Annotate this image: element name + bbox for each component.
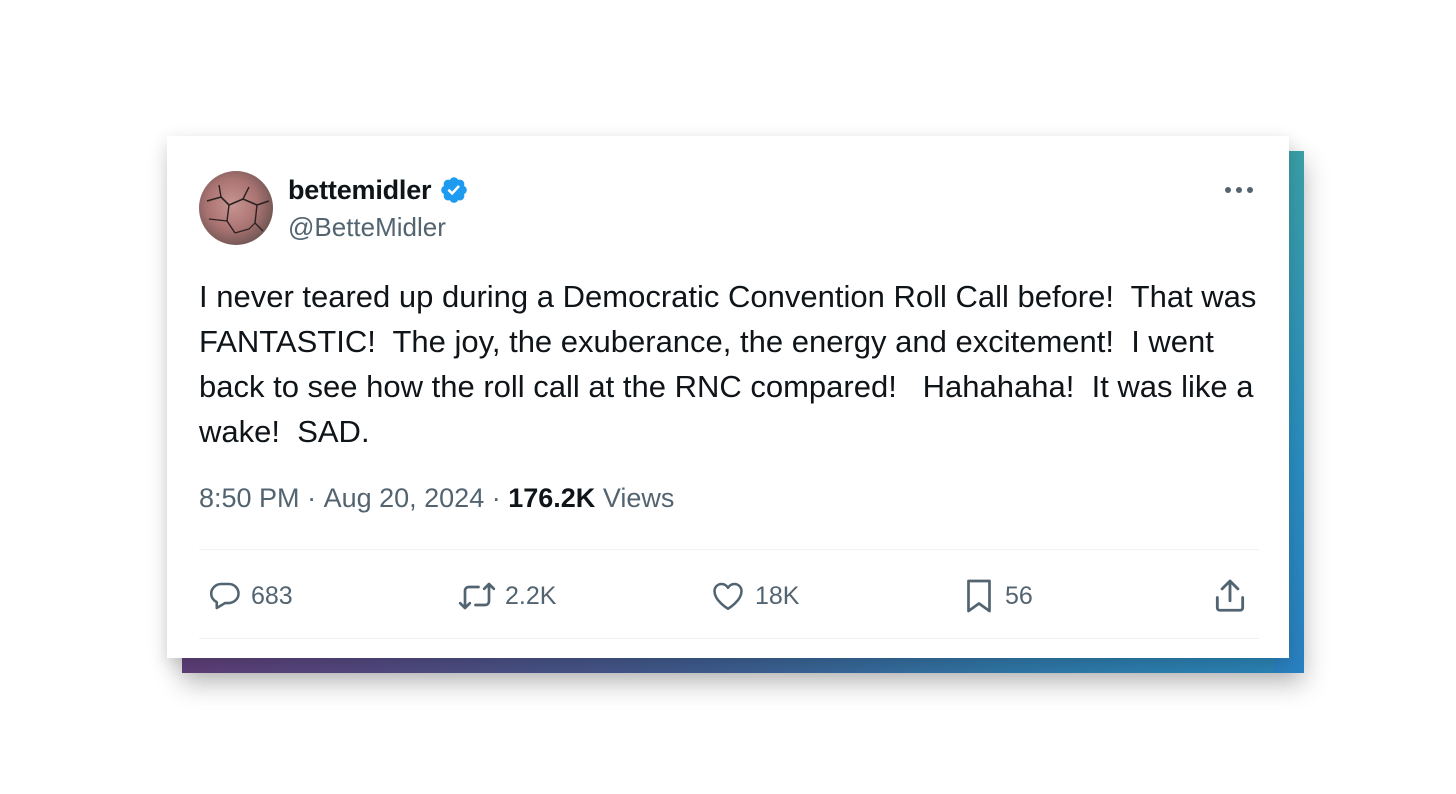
tweet-text: I never teared up during a Democratic Co… — [199, 279, 1266, 449]
divider — [199, 638, 1259, 639]
bookmark-button[interactable]: 56 — [961, 572, 1033, 620]
reply-icon — [207, 578, 243, 614]
like-count: 18K — [755, 581, 800, 610]
author-handle[interactable]: @BetteMidler — [288, 212, 446, 243]
avatar[interactable] — [199, 171, 273, 245]
share-icon — [1211, 577, 1249, 615]
meta-separator: · — [484, 483, 509, 513]
tweet-time[interactable]: 8:50 PM — [199, 483, 300, 514]
repost-button[interactable]: 2.2K — [457, 572, 556, 620]
heart-icon — [709, 578, 747, 614]
divider — [199, 549, 1259, 550]
author-name-row: bettemidler — [288, 172, 469, 208]
repost-icon — [457, 578, 497, 614]
views-label: Views — [602, 483, 675, 513]
bookmark-icon — [961, 576, 997, 616]
author-display-name[interactable]: bettemidler — [288, 175, 432, 206]
reply-count: 683 — [251, 581, 293, 610]
verified-badge-icon[interactable] — [439, 175, 469, 205]
action-bar: 683 2.2K 18K 56 — [199, 572, 1259, 620]
repost-count: 2.2K — [505, 581, 557, 610]
bookmark-count: 56 — [1005, 581, 1033, 610]
tweet-card: bettemidler @BetteMidler I never teared … — [167, 136, 1289, 658]
reply-button[interactable]: 683 — [207, 572, 293, 620]
meta-separator: · — [299, 483, 324, 513]
tweet-meta: 8:50 PM · Aug 20, 2024 · 176.2K Views — [199, 483, 674, 514]
views-spacer — [595, 483, 603, 514]
tweet-date[interactable]: Aug 20, 2024 — [324, 483, 485, 514]
share-button[interactable] — [1211, 572, 1249, 620]
views-count: 176.2K — [508, 483, 596, 513]
avatar-image — [206, 184, 270, 234]
more-horizontal-icon[interactable] — [1221, 176, 1257, 204]
like-button[interactable]: 18K — [709, 572, 799, 620]
